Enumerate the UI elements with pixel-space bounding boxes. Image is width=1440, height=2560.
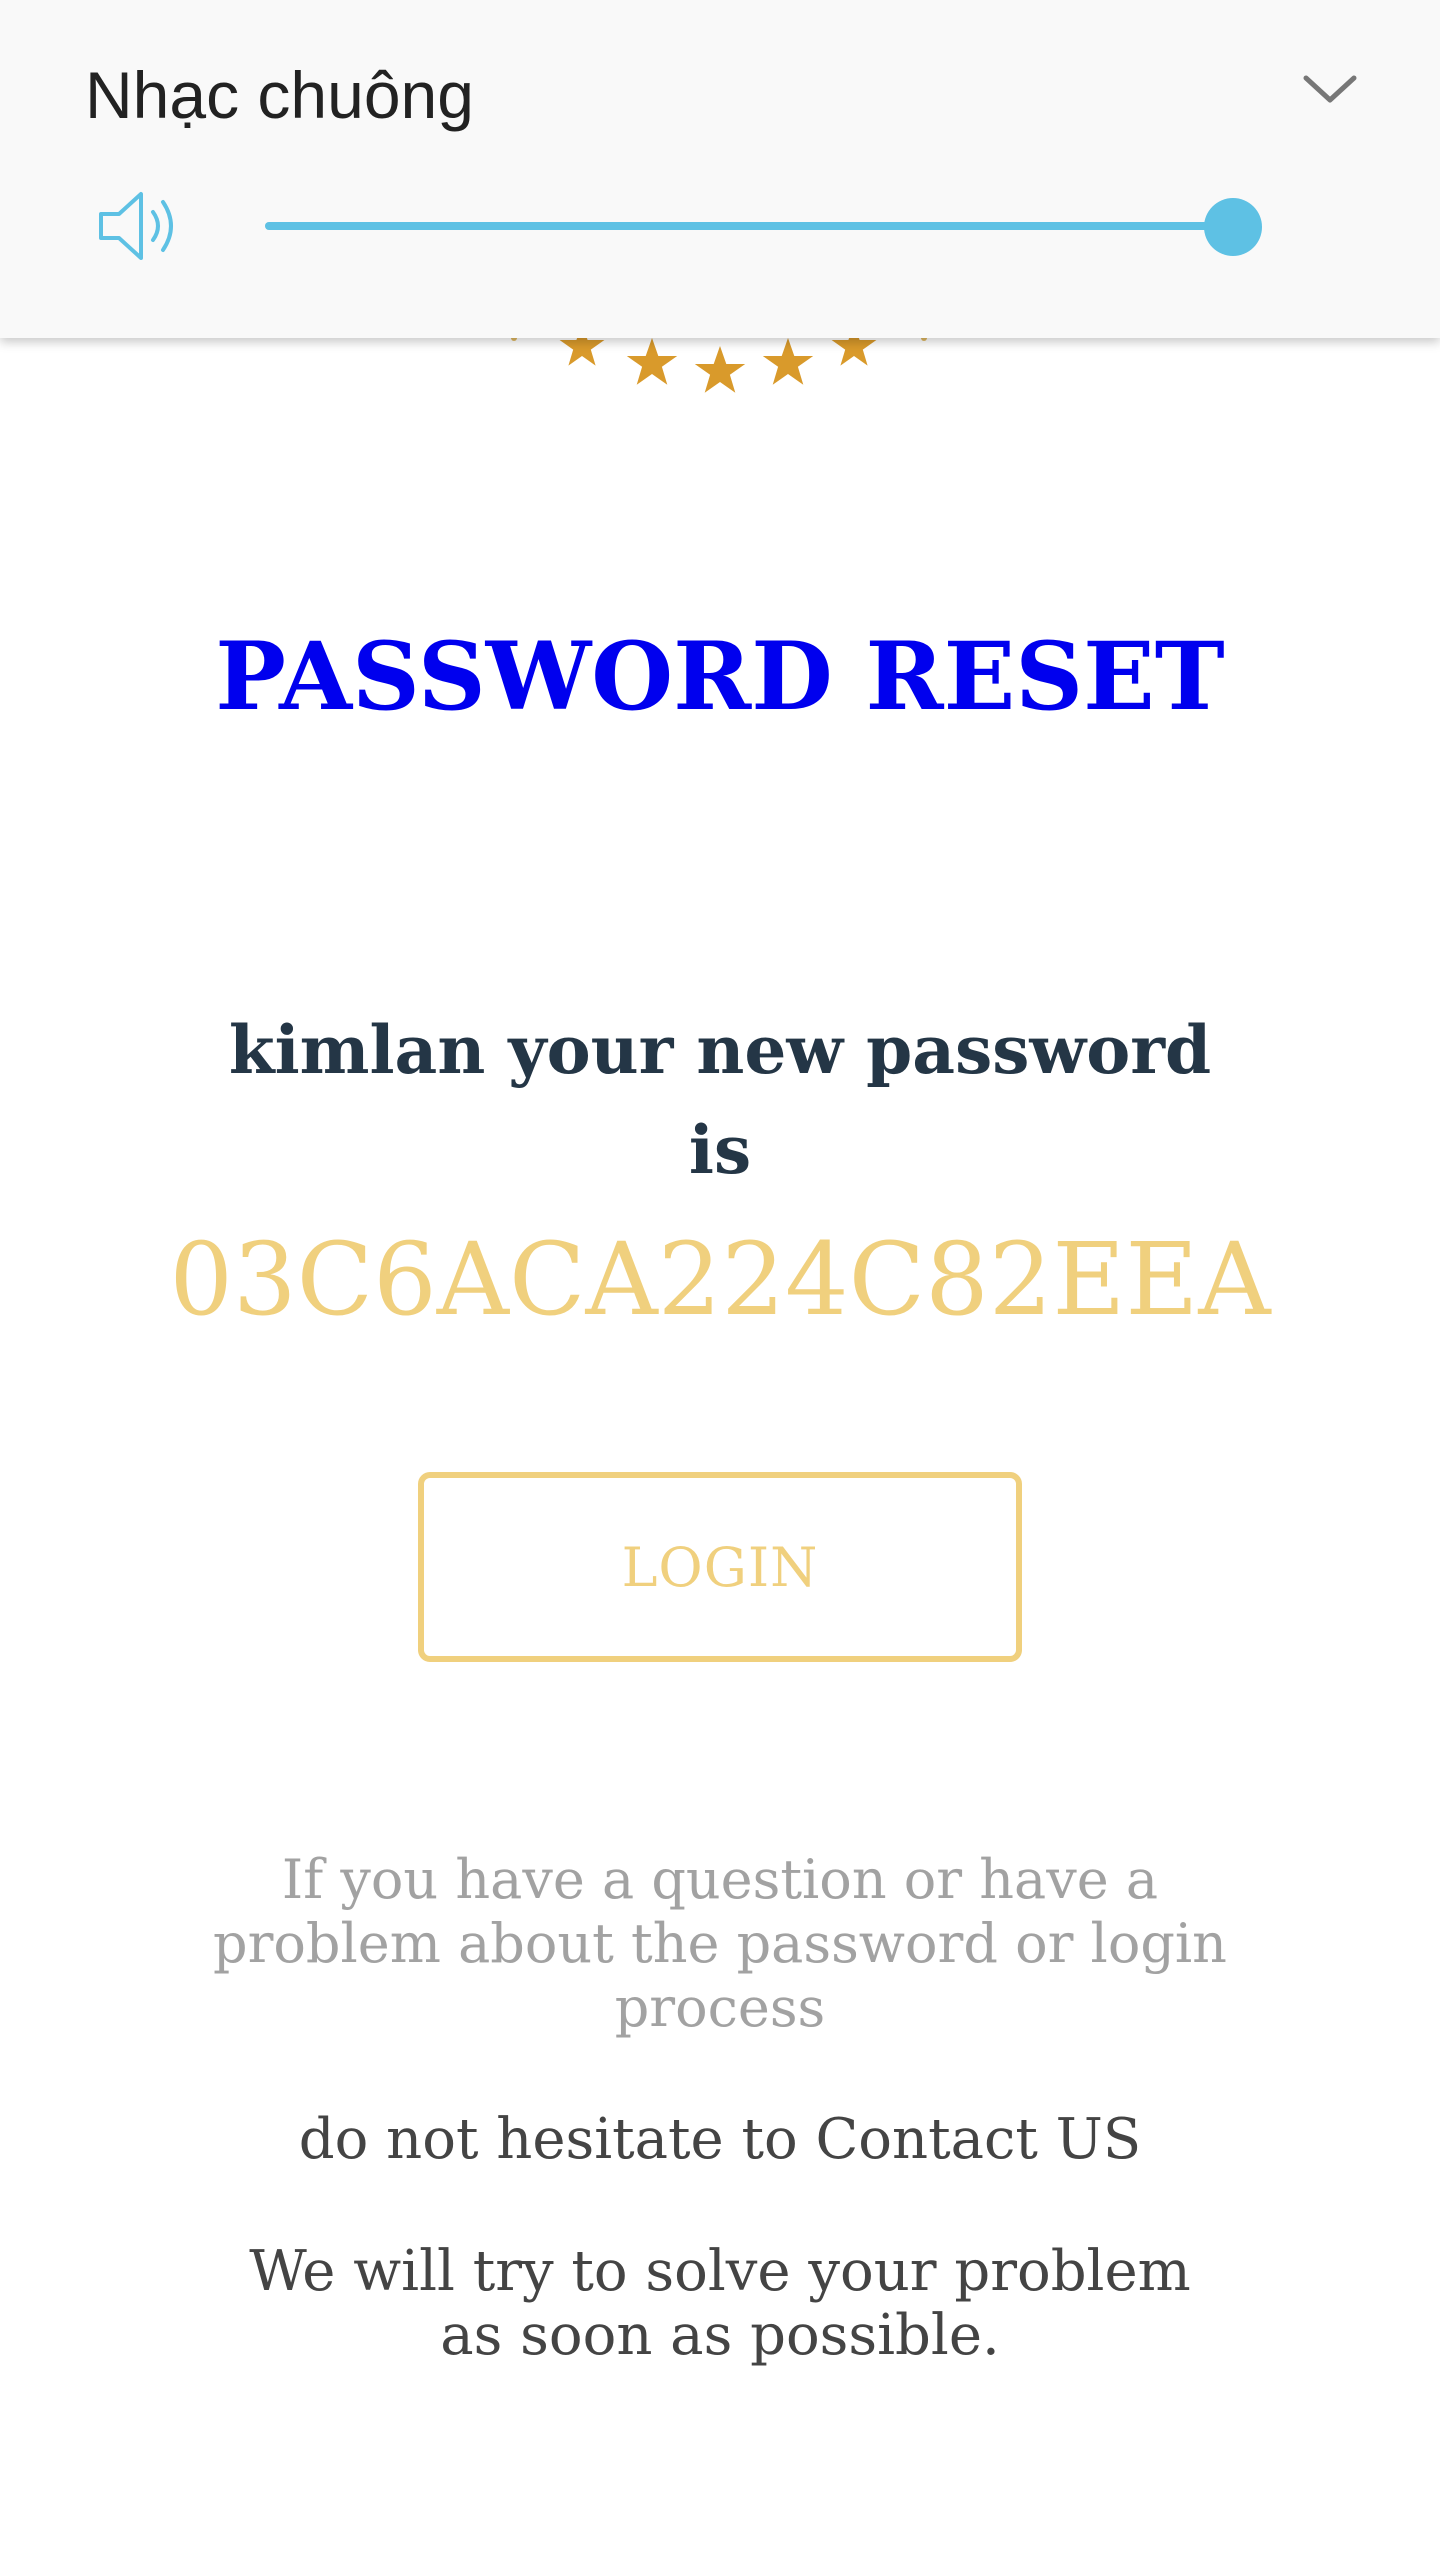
contact-us-text: do not hesitate to Contact US [298,2107,1142,2172]
solve-problem-text: We will try to solve your problem as soo… [249,2239,1191,2368]
login-button[interactable]: LOGIN [418,1472,1022,1662]
volume-panel: Nhạc chuông [0,0,1440,338]
page-title: PASSWORD RESET [215,622,1225,732]
chevron-down-icon[interactable] [1300,70,1360,110]
help-text: If you have a question or have a problem… [213,1848,1227,2039]
new-password-message: kimlan your new password is [228,1011,1212,1189]
volume-panel-title: Nhạc chuông [85,58,474,132]
volume-slider-fill [265,222,1233,230]
speaker-volume-icon[interactable] [95,186,185,266]
new-password-value: 03C6ACA224C82EEA [169,1221,1271,1338]
volume-slider-thumb[interactable] [1204,198,1262,256]
volume-slider-track[interactable] [265,222,1233,230]
